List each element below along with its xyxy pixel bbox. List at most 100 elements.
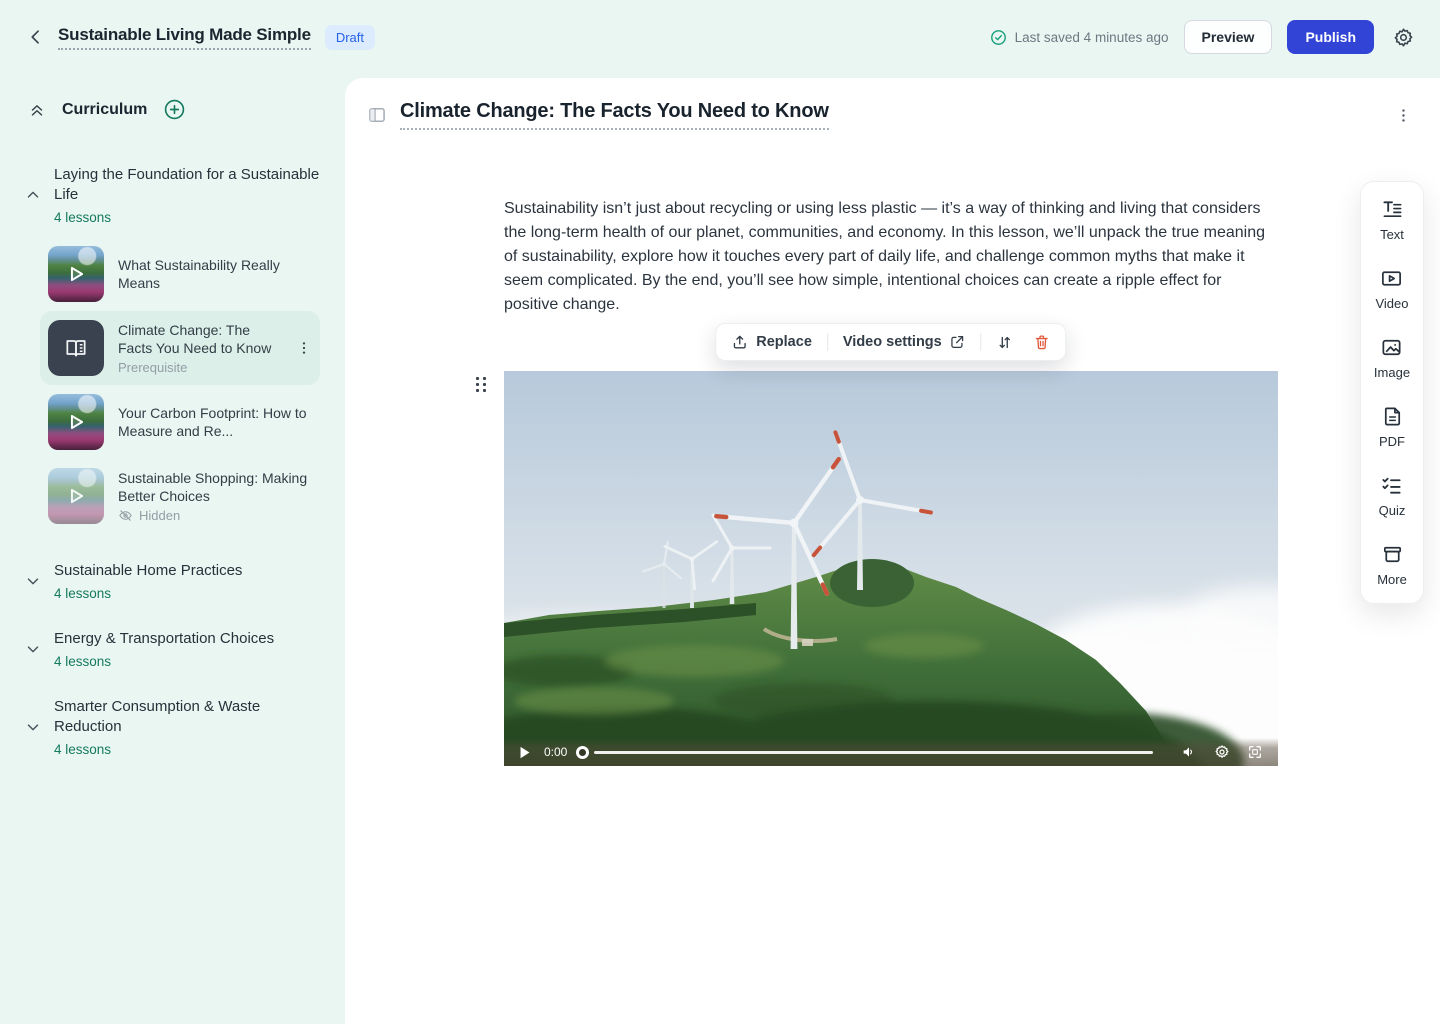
- text-block-icon: [1381, 198, 1404, 221]
- more-blocks-icon: [1381, 543, 1404, 566]
- lesson-header: Climate Change: The Facts You Need to Kn…: [345, 78, 1440, 130]
- play-icon: [48, 246, 104, 302]
- section-header[interactable]: Laying the Foundation for a Sustainable …: [24, 165, 331, 225]
- wind-farm-video-frame: [504, 371, 1278, 766]
- insert-video-button[interactable]: Video: [1375, 267, 1408, 311]
- last-saved-text: Last saved 4 minutes ago: [1015, 30, 1169, 45]
- lesson-video-thumbnail: [48, 468, 104, 524]
- curriculum-section: Laying the Foundation for a Sustainable …: [24, 165, 331, 533]
- insert-quiz-button[interactable]: Quiz: [1379, 474, 1406, 518]
- section-title: Energy & Transportation Choices: [54, 629, 331, 649]
- top-bar-actions: Last saved 4 minutes ago Preview Publish: [990, 20, 1418, 54]
- pdf-block-icon: [1381, 405, 1404, 428]
- delete-block-button[interactable]: [1029, 334, 1056, 351]
- chevron-down-icon: [24, 572, 42, 590]
- add-section-button[interactable]: [159, 94, 190, 125]
- replace-video-button[interactable]: Replace: [726, 334, 817, 351]
- curriculum-section: Sustainable Home Practices 4 lessons: [24, 561, 331, 601]
- player-settings-button[interactable]: [1210, 740, 1234, 764]
- video-controls-bar: 0:00: [504, 738, 1278, 766]
- back-button[interactable]: [22, 23, 50, 51]
- insert-image-button[interactable]: Image: [1374, 336, 1410, 380]
- collapse-all-button[interactable]: [24, 97, 50, 123]
- top-bar: Sustainable Living Made Simple Draft Las…: [0, 0, 1440, 74]
- quiz-block-icon: [1380, 474, 1403, 497]
- section-header[interactable]: Energy & Transportation Choices 4 lesson…: [24, 629, 331, 669]
- lesson-badge: Prerequisite: [118, 360, 282, 375]
- section-lesson-count: 4 lessons: [54, 654, 331, 669]
- section-title: Sustainable Home Practices: [54, 561, 331, 581]
- lesson-item[interactable]: Your Carbon Footprint: How to Measure an…: [40, 385, 320, 459]
- lesson-title: What Sustainability Really Means: [118, 256, 312, 292]
- play-icon: [48, 468, 104, 524]
- course-title[interactable]: Sustainable Living Made Simple: [58, 25, 311, 50]
- play-icon: [48, 394, 104, 450]
- lesson-intro-paragraph[interactable]: Sustainability isn’t just about recyclin…: [504, 197, 1278, 317]
- back-chevron-icon: [26, 27, 46, 47]
- lesson-video-player[interactable]: 0:00: [504, 371, 1278, 766]
- gear-icon: [1393, 27, 1414, 48]
- open-book-icon: [63, 335, 89, 361]
- video-block-icon: [1380, 267, 1403, 290]
- section-title: Laying the Foundation for a Sustainable …: [54, 165, 331, 205]
- section-header[interactable]: Sustainable Home Practices 4 lessons: [24, 561, 331, 601]
- toggle-sidebar-button[interactable]: [363, 101, 391, 129]
- video-timestamp: 0:00: [544, 745, 567, 759]
- chevron-down-icon: [24, 718, 42, 736]
- insert-more-button[interactable]: More: [1377, 543, 1407, 587]
- video-settings-label: Video settings: [843, 334, 942, 350]
- curriculum-title: Curriculum: [62, 101, 147, 119]
- play-button[interactable]: [515, 742, 535, 763]
- progress-track[interactable]: [594, 751, 1153, 754]
- curriculum-section: Energy & Transportation Choices 4 lesson…: [24, 629, 331, 669]
- plus-circle-icon: [163, 98, 186, 121]
- lesson-item[interactable]: What Sustainability Really Means: [40, 237, 320, 311]
- move-block-button[interactable]: [992, 334, 1019, 351]
- section-lesson-count: 4 lessons: [54, 586, 331, 601]
- video-settings-button[interactable]: Video settings: [838, 334, 971, 350]
- curriculum-header: Curriculum: [24, 94, 331, 125]
- status-badge: Draft: [325, 25, 375, 50]
- lesson-video-thumbnail: [48, 394, 104, 450]
- upload-icon: [731, 334, 748, 351]
- section-header[interactable]: Smarter Consumption & Waste Reduction 4 …: [24, 697, 331, 757]
- publish-button[interactable]: Publish: [1287, 20, 1374, 54]
- toolbar-divider: [981, 333, 982, 351]
- external-link-icon: [950, 334, 966, 350]
- lesson-list: What Sustainability Really Means Climate…: [40, 237, 331, 533]
- section-lesson-count: 4 lessons: [54, 742, 331, 757]
- eye-off-icon: [118, 508, 133, 523]
- settings-button[interactable]: [1389, 23, 1418, 52]
- lesson-title: Sustainable Shopping: Making Better Choi…: [118, 469, 312, 505]
- block-drag-handle[interactable]: [476, 377, 486, 392]
- insert-pdf-button[interactable]: PDF: [1379, 405, 1405, 449]
- trash-icon: [1034, 334, 1051, 351]
- section-lesson-count: 4 lessons: [54, 210, 331, 225]
- lesson-reading-thumbnail: [48, 320, 104, 376]
- scrubber-knob[interactable]: [576, 746, 589, 759]
- fullscreen-button[interactable]: [1243, 740, 1267, 764]
- lesson-kebab-menu[interactable]: [296, 340, 312, 356]
- toolbar-divider: [827, 333, 828, 351]
- lesson-video-thumbnail: [48, 246, 104, 302]
- lesson-page-title[interactable]: Climate Change: The Facts You Need to Kn…: [400, 100, 829, 130]
- chevron-up-icon: [24, 186, 42, 204]
- last-saved-status: Last saved 4 minutes ago: [990, 29, 1169, 46]
- swap-arrows-icon: [997, 334, 1014, 351]
- image-block-icon: [1380, 336, 1403, 359]
- volume-button[interactable]: [1177, 740, 1201, 764]
- lesson-options-kebab[interactable]: [1391, 103, 1416, 128]
- lesson-title: Climate Change: The Facts You Need to Kn…: [118, 321, 282, 357]
- course-builder-app: Sustainable Living Made Simple Draft Las…: [0, 0, 1440, 1024]
- insert-text-button[interactable]: Text: [1380, 198, 1404, 242]
- double-chevron-up-icon: [28, 101, 46, 119]
- preview-button[interactable]: Preview: [1184, 20, 1273, 54]
- lesson-item-hidden[interactable]: Sustainable Shopping: Making Better Choi…: [40, 459, 320, 533]
- lesson-title: Your Carbon Footprint: How to Measure an…: [118, 404, 312, 440]
- lesson-item-selected[interactable]: Climate Change: The Facts You Need to Kn…: [40, 311, 320, 385]
- chevron-down-icon: [24, 640, 42, 658]
- video-block-toolbar: Replace Video settings: [715, 323, 1066, 361]
- insert-block-toolbar: Text Video Image PDF: [1360, 181, 1424, 604]
- section-title: Smarter Consumption & Waste Reduction: [54, 697, 331, 737]
- replace-label: Replace: [756, 334, 812, 350]
